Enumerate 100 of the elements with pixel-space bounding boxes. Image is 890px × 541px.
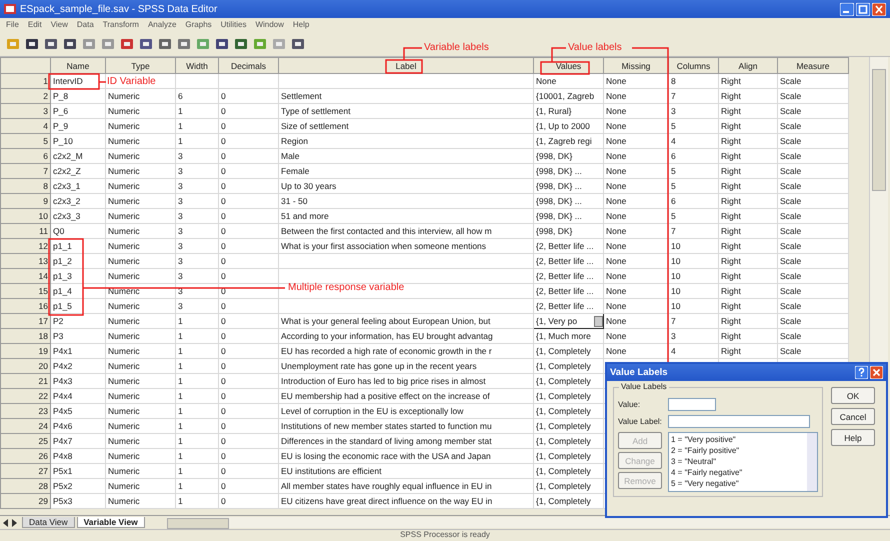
table-cell: {1, Completely [534,388,604,404]
column-header[interactable]: Width [176,58,218,74]
group-label: Value Labels [619,382,669,391]
row-number[interactable]: 29 [0,494,50,508]
table-cell: Scale [778,74,848,88]
table-cell: {2, Better life ... [534,284,604,298]
menu-item[interactable]: Help [292,20,310,29]
table-cell[interactable]: {1, Very po [534,314,604,328]
help-icon[interactable] [855,366,868,379]
row-number[interactable]: 1 [0,74,50,88]
row-number[interactable]: 20 [0,358,50,374]
toolbar-icon[interactable] [44,36,58,50]
toolbar-icon[interactable] [215,36,229,50]
menu-item[interactable]: Transform [102,20,139,29]
dialog-button[interactable]: Cancel [831,408,875,425]
toolbar-icon[interactable] [63,36,77,50]
row-number[interactable]: 6 [0,148,50,164]
dialog-button[interactable]: OK [831,387,875,404]
sheet-tab[interactable]: Data View [22,517,75,528]
row-number[interactable]: 25 [0,434,50,448]
close-button[interactable] [870,366,883,379]
row-number[interactable]: 22 [0,388,50,404]
minimize-button[interactable] [840,2,854,16]
table-cell: Q0 [50,224,106,238]
table-cell: 0 [218,418,278,434]
table-cell: P4x6 [50,418,106,434]
row-number[interactable]: 17 [0,314,50,328]
horizontal-scrollbar[interactable] [166,517,890,528]
input-field[interactable] [668,398,716,411]
row-number[interactable]: 24 [0,418,50,434]
menu-item[interactable]: Utilities [220,20,246,29]
tab-nav-icon[interactable] [3,518,17,526]
table-cell: Numeric [106,418,176,434]
row-number[interactable]: 10 [0,208,50,224]
row-number[interactable]: 18 [0,328,50,344]
table-cell: Numeric [106,494,176,508]
table-cell: {2, Better life ... [534,254,604,268]
column-header[interactable]: Name [50,58,106,74]
table-cell: {998, DK} [534,224,604,238]
list-item[interactable]: 5 = "Very negative" [671,478,805,489]
menu-item[interactable]: Data [76,20,94,29]
table-cell: P5x3 [50,494,106,508]
table-cell: Up to 30 years [278,178,534,194]
row-number[interactable]: 5 [0,134,50,148]
table-cell: IntervID [50,74,106,88]
row-number[interactable]: 4 [0,118,50,134]
menu-item[interactable]: File [6,20,19,29]
row-number[interactable]: 27 [0,464,50,478]
toolbar-icon[interactable] [291,36,305,50]
row-number[interactable]: 12 [0,238,50,254]
list-box[interactable]: 1 = "Very positive" 2 = "Fairly positive" 3 = "Neutral" 4 = "Fairly negative" 5 = "Very negative" [668,432,818,492]
list-item[interactable]: 3 = "Neutral" [671,456,805,467]
column-header[interactable]: Measure [778,58,848,74]
table-cell: None [534,74,604,88]
dialog-button[interactable]: Help [831,429,875,446]
row-number[interactable]: 28 [0,478,50,494]
column-header[interactable]: Decimals [218,58,278,74]
menu-item[interactable]: Graphs [185,20,212,29]
row-number[interactable]: 14 [0,268,50,284]
column-header[interactable]: Columns [668,58,718,74]
table-cell: p1_2 [50,254,106,268]
row-number[interactable]: 19 [0,344,50,358]
row-number[interactable]: 3 [0,104,50,118]
row-number[interactable]: 7 [0,164,50,178]
table-cell: Right [718,118,778,134]
toolbar-icon[interactable] [158,36,172,50]
menu-item[interactable]: Edit [28,20,42,29]
row-number[interactable]: 23 [0,404,50,418]
row-number[interactable]: 8 [0,178,50,194]
list-item[interactable]: 2 = "Fairly positive" [671,445,805,456]
table-cell: {1, Completely [534,464,604,478]
row-number[interactable]: 2 [0,88,50,104]
list-item[interactable]: 1 = "Very positive" [671,434,805,445]
column-header[interactable]: Type [106,58,176,74]
highlight-box [385,59,423,74]
sheet-tab[interactable]: Variable View [76,517,145,528]
row-number[interactable]: 16 [0,298,50,314]
row-number[interactable]: 9 [0,194,50,208]
menu-item[interactable]: Analyze [148,20,176,29]
column-header[interactable]: Missing [604,58,668,74]
menu-item[interactable]: Window [255,20,284,29]
maximize-button[interactable] [856,2,870,16]
ellipsis-button[interactable] [594,316,602,326]
row-number[interactable]: 15 [0,284,50,298]
row-number[interactable]: 21 [0,374,50,388]
table-cell: Scale [778,268,848,284]
toolbar-icon[interactable] [139,36,153,50]
row-number[interactable]: 26 [0,448,50,464]
column-header[interactable]: Label [278,58,534,74]
table-cell: 6 [668,194,718,208]
list-item[interactable]: 4 = "Fairly negative" [671,467,805,478]
close-button[interactable] [872,2,886,16]
list-scrollbar[interactable] [807,433,817,491]
column-header[interactable]: Align [718,58,778,74]
toolbar-icon[interactable] [25,36,39,50]
row-number[interactable]: 11 [0,224,50,238]
toolbar-icon[interactable] [234,36,248,50]
menu-item[interactable]: View [50,20,68,29]
input-field[interactable] [668,415,810,428]
row-number[interactable]: 13 [0,254,50,268]
